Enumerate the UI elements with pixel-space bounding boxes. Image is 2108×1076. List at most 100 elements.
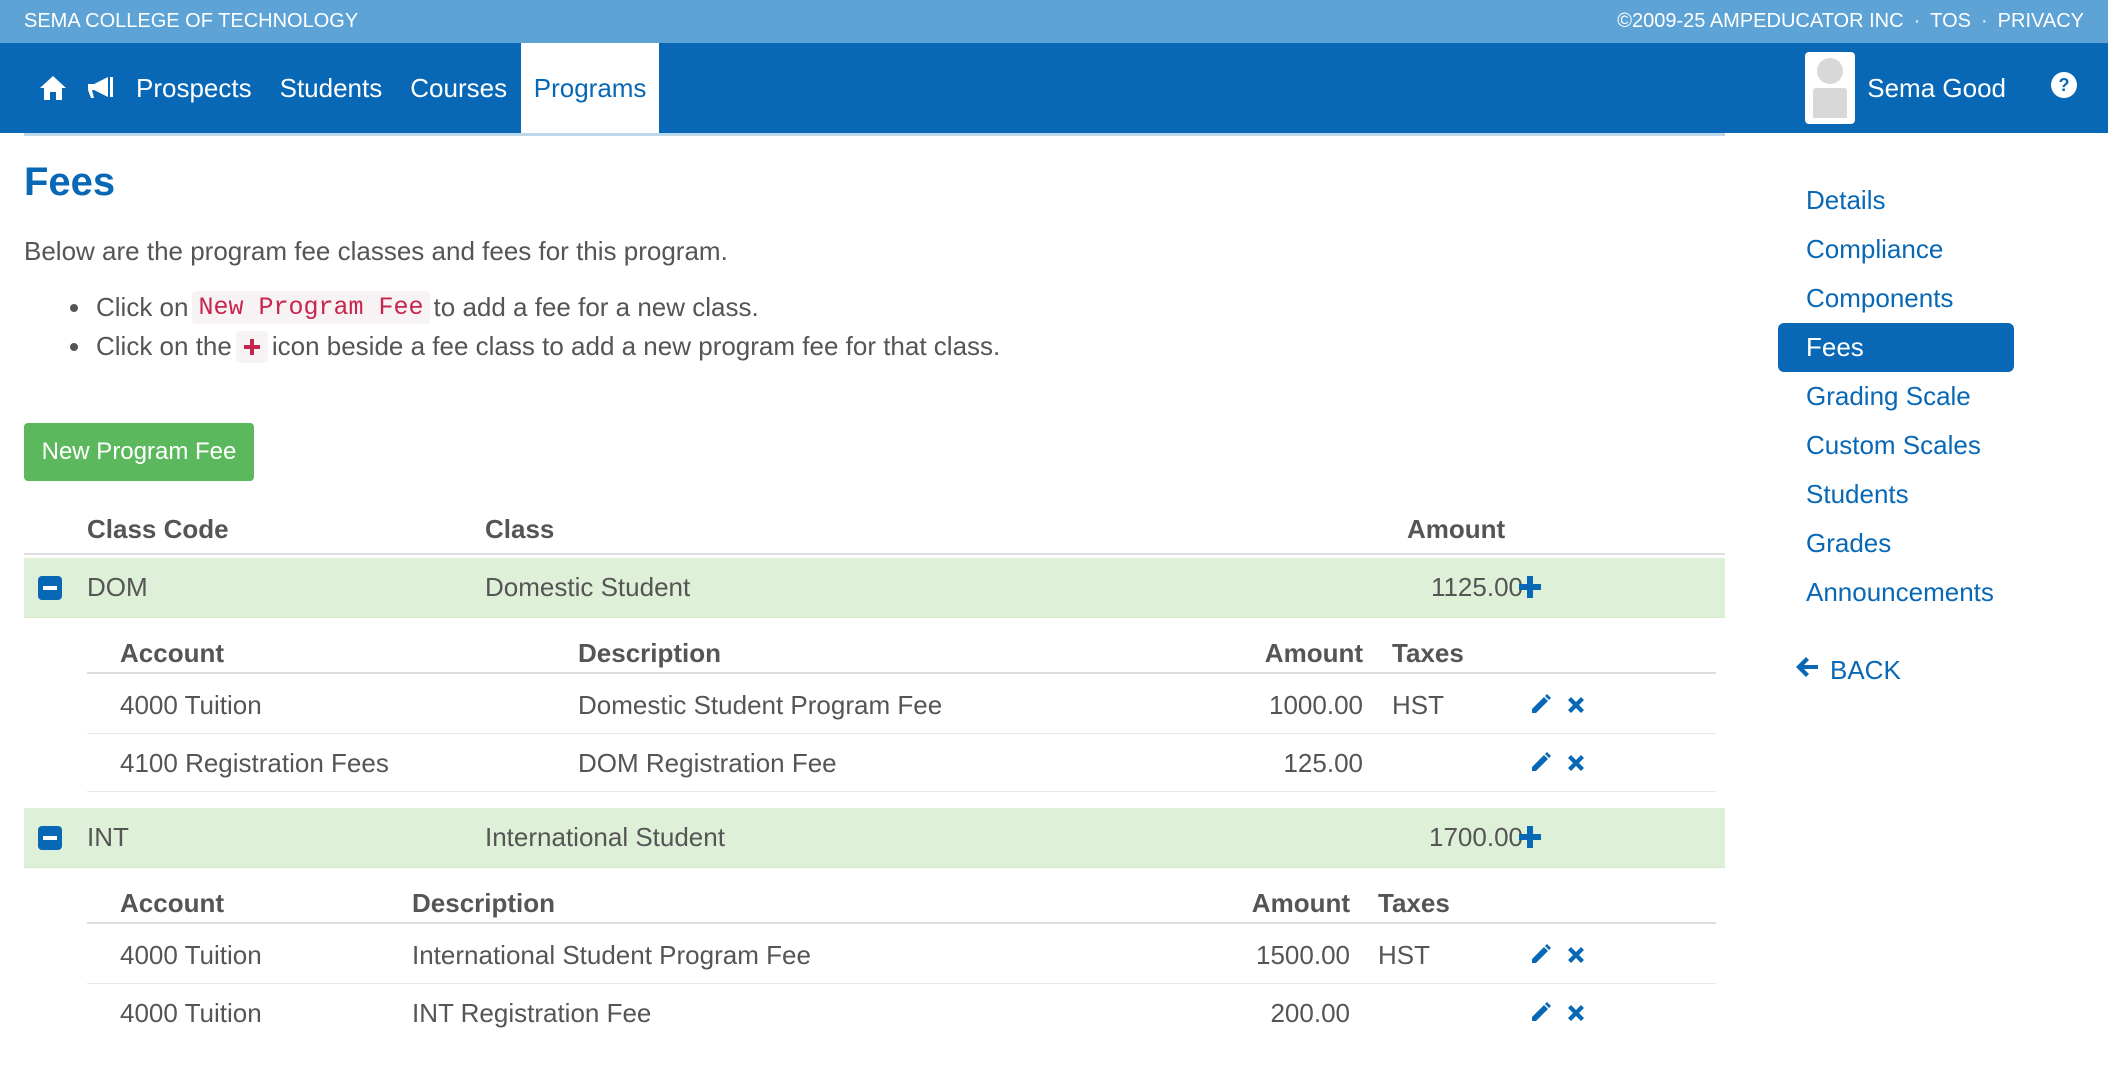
row-actions — [1529, 1000, 1587, 1031]
pencil-icon[interactable] — [1529, 1000, 1553, 1031]
sidenav-components[interactable]: Components — [1778, 274, 2014, 323]
header-amount: Amount — [1407, 513, 1506, 544]
subtable-header: Account Description Amount Taxes — [87, 880, 1716, 924]
fee-amount: 200.00 — [1270, 998, 1350, 1028]
fee-description: INT Registration Fee — [412, 998, 652, 1028]
sidenav-compliance[interactable]: Compliance — [1778, 225, 2014, 274]
class-code: DOM — [87, 572, 148, 602]
header-account: Account — [120, 638, 224, 668]
header-class: Class — [485, 513, 555, 544]
class-code: INT — [87, 822, 129, 852]
plus-icon[interactable] — [1518, 575, 1542, 606]
table-row: 4000 Tuition Domestic Student Program Fe… — [87, 676, 1716, 734]
instruction-item: Click on New Program Fee to add a fee fo… — [70, 288, 1000, 327]
avatar[interactable] — [1805, 52, 1856, 124]
minus-square-icon[interactable] — [38, 825, 62, 850]
home-icon[interactable] — [26, 43, 80, 133]
class-amount: 1700.00 — [1429, 822, 1523, 852]
table-row: 4100 Registration Fees DOM Registration … — [87, 734, 1716, 792]
sidenav-grades[interactable]: Grades — [1778, 519, 2014, 568]
sidenav-custom-scales[interactable]: Custom Scales — [1778, 421, 2014, 470]
instruction-item: Click on the icon beside a fee class to … — [70, 327, 1000, 366]
times-icon[interactable] — [1565, 750, 1587, 781]
class-name: International Student — [485, 822, 725, 852]
nav-courses[interactable]: Courses — [396, 43, 521, 133]
times-icon[interactable] — [1565, 1000, 1587, 1031]
times-icon[interactable] — [1565, 692, 1587, 723]
instruction-text: to add a fee for a new class. — [433, 292, 759, 322]
new-program-fee-button[interactable]: New Program Fee — [24, 423, 254, 481]
tos-link[interactable]: TOS — [1930, 10, 1971, 33]
fee-account: 4000 Tuition — [120, 940, 262, 970]
top-bar: SEMA COLLEGE OF TECHNOLOGY ©2009-25 AMPE… — [0, 0, 2108, 43]
back-link[interactable]: BACK — [1794, 655, 1901, 686]
pencil-icon[interactable] — [1529, 692, 1553, 723]
side-nav: Details Compliance Components Fees Gradi… — [1778, 176, 2014, 617]
arrow-left-icon — [1794, 655, 1820, 686]
copyright-text: ©2009-25 AMPEDUCATOR INC — [1617, 10, 1904, 32]
header-description: Description — [578, 638, 722, 668]
plus-icon[interactable] — [1518, 825, 1542, 856]
minus-square-icon[interactable] — [38, 575, 62, 600]
times-icon[interactable] — [1565, 942, 1587, 973]
separator: · — [1913, 10, 1921, 32]
divider — [24, 133, 1725, 136]
sidenav-grading-scale[interactable]: Grading Scale — [1778, 372, 2014, 421]
instruction-text: Click on — [96, 292, 189, 322]
svg-text:?: ? — [2059, 75, 2070, 95]
user-name[interactable]: Sema Good — [1867, 73, 2006, 104]
pencil-icon[interactable] — [1529, 750, 1553, 781]
instructions-list: Click on New Program Fee to add a fee fo… — [70, 288, 1000, 366]
header-taxes: Taxes — [1392, 638, 1464, 668]
new-program-fee-code: New Program Fee — [192, 291, 430, 324]
fee-amount: 125.00 — [1283, 748, 1363, 778]
fee-taxes: HST — [1392, 690, 1444, 720]
fee-account: 4100 Registration Fees — [120, 748, 389, 778]
plus-icon — [235, 330, 268, 363]
main-nav: Prospects Students Courses Programs Sema… — [0, 43, 2108, 133]
fee-amount: 1500.00 — [1256, 940, 1350, 970]
row-actions — [1529, 750, 1587, 781]
intro-text: Below are the program fee classes and fe… — [24, 236, 728, 266]
fee-account: 4000 Tuition — [120, 998, 262, 1028]
page-title: Fees — [24, 160, 116, 204]
class-name: Domestic Student — [485, 572, 691, 602]
subtable-header: Account Description Amount Taxes — [87, 630, 1716, 674]
fee-taxes: HST — [1378, 940, 1430, 970]
fee-amount: 1000.00 — [1269, 690, 1363, 720]
back-label: BACK — [1830, 655, 1901, 685]
instruction-text: Click on the — [96, 331, 232, 361]
fee-account: 4000 Tuition — [120, 690, 262, 720]
nav-programs[interactable]: Programs — [521, 43, 660, 133]
question-circle-icon[interactable]: ? — [2050, 71, 2078, 106]
fee-description: International Student Program Fee — [412, 940, 811, 970]
class-row-dom: DOM Domestic Student 1125.00 — [24, 558, 1725, 618]
sidenav-announcements[interactable]: Announcements — [1778, 568, 2014, 617]
org-name: SEMA COLLEGE OF TECHNOLOGY — [24, 10, 359, 32]
header-amount: Amount — [1264, 638, 1363, 668]
row-actions — [1529, 942, 1587, 973]
header-description: Description — [412, 888, 556, 918]
nav-students[interactable]: Students — [266, 43, 397, 133]
sidenav-students[interactable]: Students — [1778, 470, 2014, 519]
pencil-icon[interactable] — [1529, 942, 1553, 973]
table-header: Class Code Class Amount — [24, 505, 1725, 555]
table-row: 4000 Tuition International Student Progr… — [87, 926, 1716, 984]
fee-description: DOM Registration Fee — [578, 748, 837, 778]
separator: · — [1981, 10, 1988, 32]
privacy-link[interactable]: PRIVACY — [1998, 10, 2084, 33]
header-taxes: Taxes — [1378, 888, 1450, 918]
sidenav-details[interactable]: Details — [1778, 176, 2014, 225]
header-account: Account — [120, 888, 224, 918]
row-actions — [1529, 692, 1587, 723]
user-menu: Sema Good ? — [1805, 43, 2078, 133]
megaphone-icon[interactable] — [80, 43, 122, 133]
class-row-int: INT International Student 1700.00 — [24, 808, 1725, 868]
header-amount: Amount — [1251, 888, 1350, 918]
instruction-text: icon beside a fee class to add a new pro… — [271, 331, 1001, 361]
sidenav-fees[interactable]: Fees — [1778, 323, 2014, 372]
nav-prospects[interactable]: Prospects — [122, 43, 266, 133]
class-amount: 1125.00 — [1430, 572, 1523, 602]
top-bar-links: ©2009-25 AMPEDUCATOR INC · TOS · PRIVACY — [1617, 10, 2084, 33]
fee-description: Domestic Student Program Fee — [578, 690, 943, 720]
